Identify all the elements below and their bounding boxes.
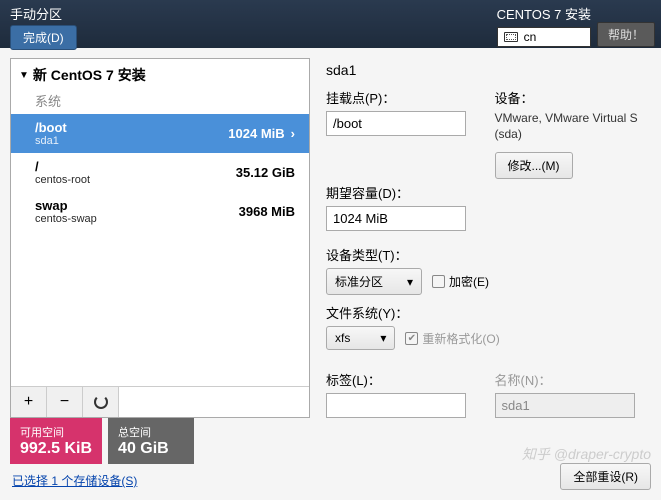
chevron-down-icon: ▼ [19,70,29,81]
capacity-input[interactable] [326,206,466,231]
partition-device: sda1 [35,135,67,147]
encrypt-label: 加密(E) [449,273,489,290]
help-button[interactable]: 帮助！ [597,22,655,47]
checkbox-checked-icon: ✔ [405,332,418,345]
mount-point-label: 挂载点(P)： [326,88,475,107]
chevron-down-icon: ▾ [407,275,413,289]
checkbox-icon [432,275,445,288]
reload-button[interactable] [83,387,119,417]
total-space-label: 总空间 [118,424,184,440]
top-bar: 手动分区 完成(D) CENTOS 7 安装 cn 帮助！ [0,0,661,48]
install-title: CENTOS 7 安装 [497,4,591,23]
reload-icon [94,395,108,409]
partition-name: swap [35,198,97,213]
page-title: 手动分区 [10,4,77,23]
partition-toolbar: + − [11,386,309,417]
partition-row[interactable]: /centos-root 35.12 GiB [11,153,309,192]
detail-title: sda1 [326,62,643,78]
partition-name: /boot [35,120,67,135]
total-space-box: 总空间 40 GiB [108,418,194,464]
available-space-label: 可用空间 [20,424,92,440]
device-label: 设备： [495,88,644,107]
available-space-box: 可用空间 992.5 KiB [10,418,102,464]
device-type-value: 标准分区 [335,273,383,290]
mount-point-input[interactable] [326,111,466,136]
capacity-label: 期望容量(D)： [326,183,475,202]
chevron-down-icon: ▾ [380,331,386,345]
partition-row[interactable]: /bootsda1 1024 MiB › [11,114,309,153]
add-partition-button[interactable]: + [11,387,47,417]
name-label: 名称(N)： [495,370,644,389]
chevron-right-icon: › [291,126,295,141]
name-input [495,393,635,418]
total-space-value: 40 GiB [118,440,184,458]
install-header-text: 新 CentOS 7 安装 [33,65,146,85]
install-list-header[interactable]: ▼ 新 CentOS 7 安装 [11,59,309,91]
tag-input[interactable] [326,393,466,418]
partition-device: centos-root [35,174,90,186]
available-space-value: 992.5 KiB [20,440,92,458]
partition-row[interactable]: swapcentos-swap 3968 MiB [11,192,309,231]
tag-label: 标签(L)： [326,370,475,389]
footer: 可用空间 992.5 KiB 总空间 40 GiB 已选择 1 个存储设备(S) [10,418,194,490]
partition-size: 3968 MiB [239,204,295,219]
filesystem-label: 文件系统(Y)： [326,303,643,322]
reformat-label: 重新格式化(O) [422,330,499,347]
filesystem-value: xfs [335,331,350,345]
filesystem-select[interactable]: xfs ▾ [326,326,395,350]
partition-detail-panel: sda1 挂载点(P)： 设备： VMware, VMware Virtual … [322,58,651,418]
partition-list-panel: ▼ 新 CentOS 7 安装 系统 /bootsda11024 MiB›/ce… [10,58,310,418]
device-text: VMware, VMware Virtual S (sda) [495,111,644,142]
device-type-label: 设备类型(T)： [326,245,643,264]
reset-all-button[interactable]: 全部重设(R) [560,463,651,490]
partition-device: centos-swap [35,213,97,225]
modify-device-button[interactable]: 修改...(M) [495,152,573,179]
keyboard-icon [504,32,518,42]
partition-size: 35.12 GiB [236,165,295,180]
storage-devices-link[interactable]: 已选择 1 个存储设备(S) [12,474,137,488]
done-button[interactable]: 完成(D) [10,25,77,50]
partition-size: 1024 MiB [228,126,284,141]
device-type-select[interactable]: 标准分区 ▾ [326,268,422,295]
lang-code: cn [524,30,537,44]
system-group-label: 系统 [11,91,309,114]
keyboard-layout-selector[interactable]: cn [497,27,591,47]
remove-partition-button[interactable]: − [47,387,83,417]
reformat-checkbox: ✔ 重新格式化(O) [405,330,499,347]
watermark: 知乎 @draper-crypto [522,444,651,464]
partition-name: / [35,159,90,174]
encrypt-checkbox[interactable]: 加密(E) [432,273,489,290]
